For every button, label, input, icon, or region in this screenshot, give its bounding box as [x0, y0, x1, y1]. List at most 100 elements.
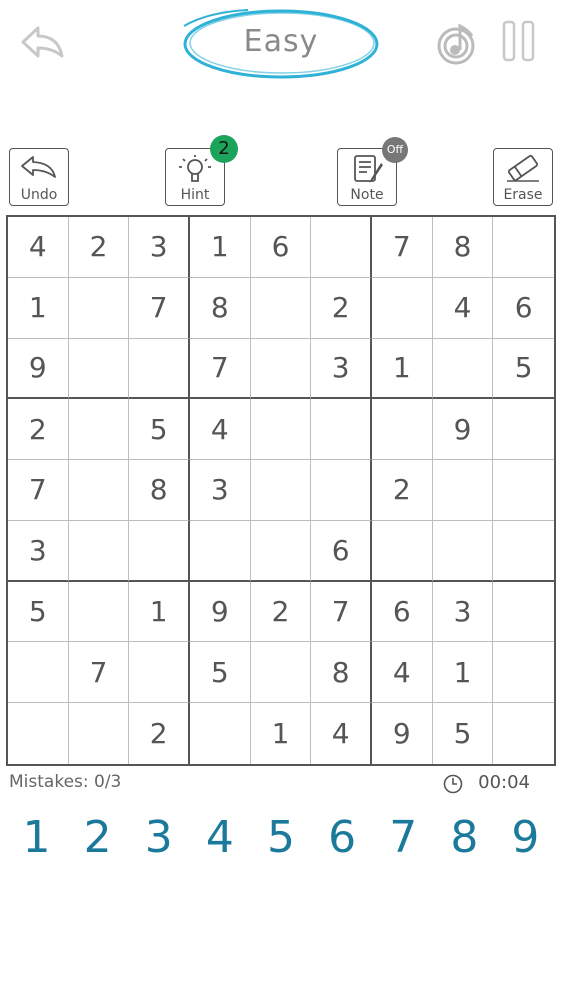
music-toggle-button[interactable]	[434, 20, 480, 66]
number-key-8[interactable]: 8	[434, 808, 495, 868]
grid-cell[interactable]: 2	[129, 703, 190, 764]
grid-cell[interactable]: 4	[372, 642, 433, 704]
grid-cell[interactable]	[68, 460, 130, 521]
grid-cell[interactable]	[493, 642, 554, 704]
number-key-1[interactable]: 1	[6, 808, 67, 868]
pause-icon	[502, 20, 535, 62]
grid-cell[interactable]	[250, 460, 312, 521]
grid-cell[interactable]	[432, 520, 494, 582]
number-key-7[interactable]: 7	[373, 808, 434, 868]
grid-cell[interactable]	[311, 460, 372, 521]
grid-cell[interactable]	[432, 338, 494, 400]
grid-cell[interactable]	[372, 399, 433, 461]
hint-button[interactable]: Hint 2	[165, 135, 238, 206]
number-key-9[interactable]: 9	[495, 808, 556, 868]
grid-cell[interactable]	[493, 521, 554, 582]
grid-cell[interactable]	[68, 399, 130, 461]
grid-cell[interactable]: 4	[432, 277, 494, 339]
grid-cell[interactable]	[250, 642, 312, 704]
grid-cell[interactable]: 4	[190, 399, 251, 461]
grid-cell[interactable]	[372, 520, 433, 582]
grid-cell[interactable]	[250, 338, 312, 400]
grid-cell[interactable]: 7	[372, 217, 433, 278]
grid-cell[interactable]: 3	[311, 338, 372, 400]
grid-cell[interactable]: 1	[190, 217, 251, 278]
grid-cell[interactable]	[311, 217, 372, 278]
music-note-icon	[437, 23, 475, 65]
grid-cell[interactable]: 1	[129, 581, 190, 643]
grid-cell[interactable]: 9	[432, 399, 494, 461]
grid-cell[interactable]	[68, 338, 130, 400]
number-key-4[interactable]: 4	[189, 808, 250, 868]
grid-cell[interactable]	[493, 582, 554, 643]
grid-cell[interactable]	[129, 338, 190, 400]
number-key-3[interactable]: 3	[128, 808, 189, 868]
grid-cell[interactable]: 1	[251, 703, 312, 764]
back-button[interactable]	[18, 22, 68, 62]
grid-cell[interactable]	[129, 520, 190, 582]
grid-cell[interactable]: 2	[8, 399, 69, 461]
grid-cell[interactable]: 3	[432, 581, 494, 643]
number-key-5[interactable]: 5	[250, 808, 311, 868]
grid-cell[interactable]: 7	[8, 460, 69, 521]
grid-cell[interactable]: 9	[372, 703, 433, 764]
grid-cell[interactable]: 1	[8, 277, 69, 339]
grid-cell[interactable]: 8	[129, 460, 190, 521]
grid-cell[interactable]	[8, 703, 69, 764]
grid-cell[interactable]: 8	[432, 217, 494, 278]
grid-cell[interactable]: 6	[250, 217, 312, 278]
grid-cell[interactable]	[190, 703, 251, 764]
grid-cell[interactable]: 5	[433, 703, 494, 764]
grid-cell[interactable]: 3	[8, 520, 69, 582]
number-key-6[interactable]: 6	[312, 808, 373, 868]
grid-cell[interactable]: 2	[372, 460, 433, 521]
grid-cell[interactable]	[68, 277, 130, 339]
grid-cell[interactable]: 7	[68, 642, 130, 704]
grid-cell[interactable]	[493, 703, 554, 764]
grid-cell[interactable]: 3	[190, 460, 251, 521]
grid-cell[interactable]: 9	[190, 581, 251, 643]
grid-cell[interactable]	[250, 277, 312, 339]
grid-cell[interactable]: 5	[190, 642, 251, 704]
grid-cell[interactable]: 2	[250, 581, 312, 643]
grid-cell[interactable]	[372, 277, 433, 339]
grid-cell[interactable]: 2	[311, 277, 372, 339]
undo-button[interactable]: Undo	[9, 148, 69, 206]
grid-cell[interactable]	[129, 642, 190, 704]
grid-cell[interactable]: 7	[129, 277, 190, 339]
note-button[interactable]: Note Off	[337, 137, 408, 206]
hint-label: Hint	[180, 187, 210, 203]
grid-cell[interactable]: 1	[432, 642, 494, 704]
grid-cell[interactable]	[493, 217, 554, 278]
grid-cell[interactable]: 3	[129, 217, 190, 278]
pause-button[interactable]	[501, 20, 537, 62]
grid-cell[interactable]	[311, 399, 372, 461]
number-key-2[interactable]: 2	[67, 808, 128, 868]
grid-cell[interactable]: 1	[372, 338, 433, 400]
grid-cell[interactable]: 6	[372, 581, 433, 643]
grid-cell[interactable]: 9	[8, 338, 69, 400]
grid-cell[interactable]	[493, 399, 554, 461]
grid-cell[interactable]: 8	[190, 277, 251, 339]
grid-cell[interactable]: 7	[190, 338, 251, 400]
grid-cell[interactable]	[68, 581, 130, 643]
grid-cell[interactable]: 6	[493, 278, 554, 339]
grid-cell[interactable]	[68, 520, 130, 582]
grid-cell[interactable]	[250, 520, 312, 582]
grid-cell[interactable]: 5	[8, 581, 69, 643]
grid-cell[interactable]: 2	[68, 217, 130, 278]
erase-button[interactable]: Erase	[493, 148, 553, 206]
grid-cell[interactable]: 5	[493, 339, 554, 400]
grid-cell[interactable]	[190, 520, 251, 582]
grid-cell[interactable]	[250, 399, 312, 461]
grid-cell[interactable]: 5	[129, 399, 190, 461]
grid-cell[interactable]: 7	[311, 581, 372, 643]
grid-cell[interactable]: 6	[311, 520, 372, 582]
grid-cell[interactable]	[432, 460, 494, 521]
grid-cell[interactable]	[493, 460, 554, 521]
grid-cell[interactable]	[69, 703, 130, 764]
grid-cell[interactable]: 4	[8, 217, 69, 278]
grid-cell[interactable]: 8	[311, 642, 372, 704]
grid-cell[interactable]: 4	[311, 703, 372, 764]
grid-cell[interactable]	[8, 642, 69, 704]
